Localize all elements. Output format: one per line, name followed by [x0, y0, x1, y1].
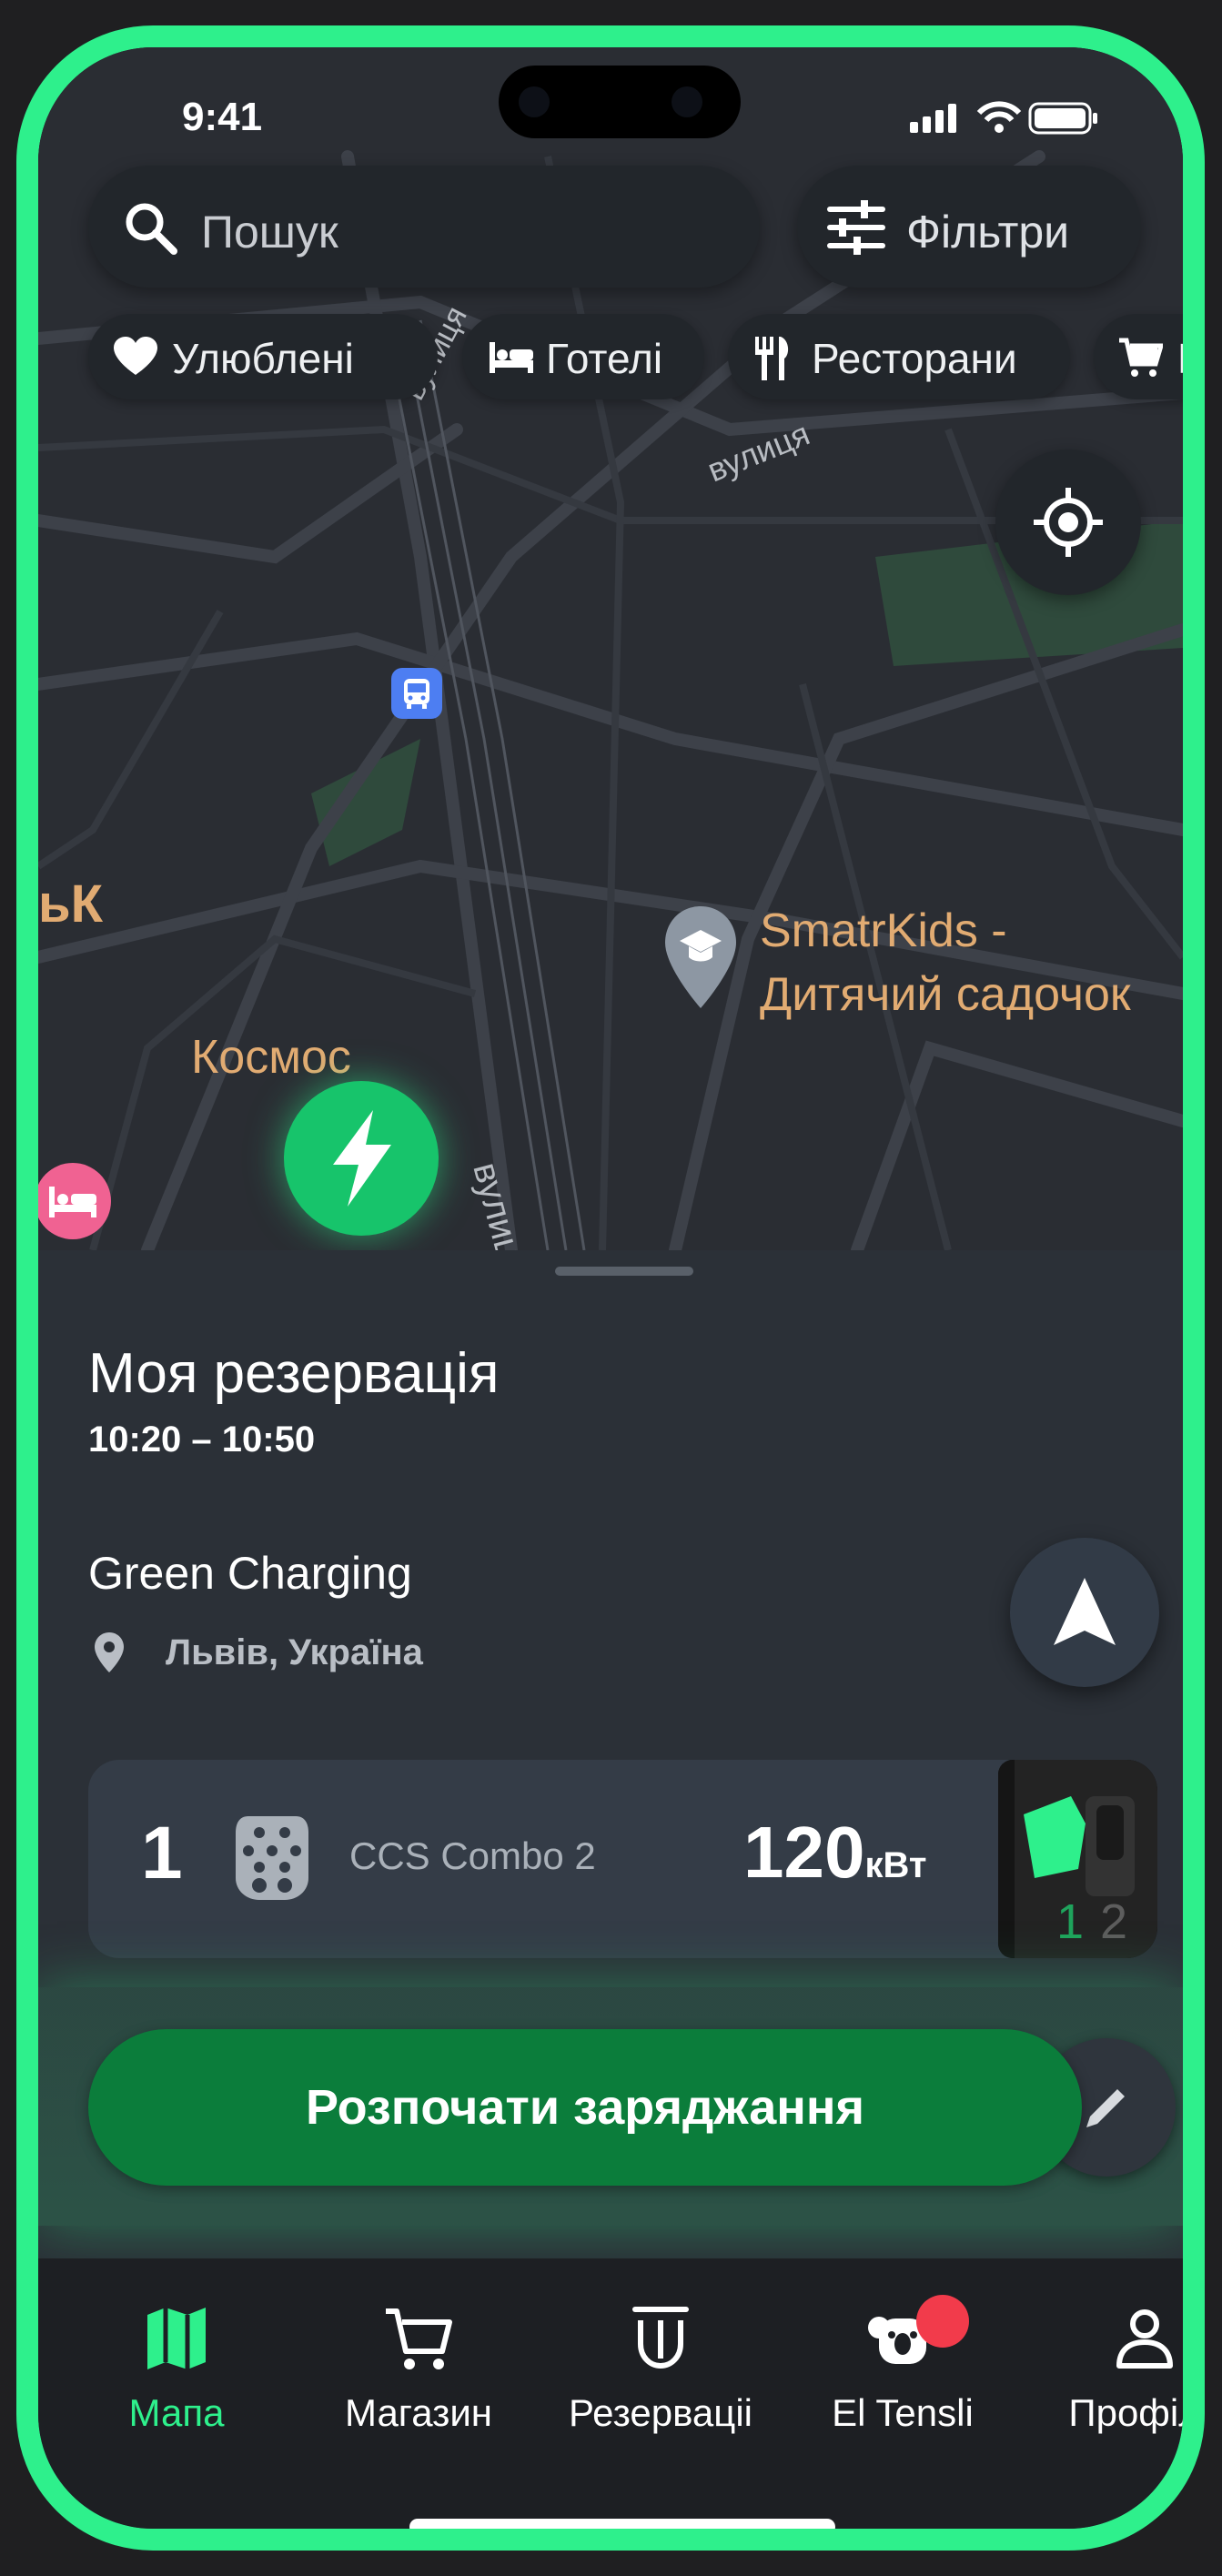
sliders-icon: [827, 200, 885, 255]
notification-badge: [916, 2295, 969, 2348]
tab-shop[interactable]: Магазин: [300, 2302, 537, 2457]
chip-hotels[interactable]: Готелі: [462, 314, 704, 399]
tab-label: Резерваціі: [568, 2391, 753, 2434]
chip-restaurants[interactable]: Ресторани: [728, 314, 1070, 399]
tab-map[interactable]: Мапа: [58, 2302, 295, 2457]
chip-label: Пр: [1177, 335, 1205, 382]
connector-number: 1: [141, 1812, 183, 1894]
power-value: 120: [743, 1812, 865, 1893]
photo-label-2: 2: [1100, 1894, 1127, 1949]
power-unit: кВт: [864, 1845, 927, 1885]
reservation-time: 10:20 – 10:50: [88, 1419, 316, 1460]
profile-icon: [1116, 2309, 1173, 2369]
chip-label: Улюблені: [172, 335, 354, 382]
bus-stop-icon[interactable]: [391, 668, 442, 719]
cart-icon: [1119, 338, 1163, 377]
home-indicator[interactable]: [409, 2519, 835, 2529]
start-charging-button[interactable]: Розпочати заряджання: [88, 2029, 1082, 2186]
status-bar: 9:41: [38, 47, 1183, 157]
connector-power: 120кВт: [743, 1811, 926, 1894]
tab-label: Профіль: [1068, 2391, 1201, 2434]
bed-icon: [490, 342, 533, 373]
filters-button[interactable]: Фільтри: [797, 166, 1141, 288]
heart-icon: [114, 337, 157, 375]
tab-el-tensli[interactable]: El Tensli: [784, 2295, 1021, 2457]
status-icons: [910, 101, 1097, 135]
search-icon: [126, 203, 177, 255]
tab-label: Мапа: [128, 2391, 225, 2434]
reservation-title: Моя резервація: [88, 1342, 500, 1405]
dynamic-island: [499, 66, 741, 138]
filters-label: Фільтри: [906, 207, 1070, 258]
navigation-arrow-icon: [1054, 1578, 1116, 1645]
tab-reservations[interactable]: Резерваціі: [542, 2302, 779, 2457]
location-pin-icon: [95, 1632, 124, 1672]
reservation-icon: [632, 2307, 689, 2369]
ccs-connector-icon: [236, 1816, 308, 1900]
poi-label-partial[interactable]: ьК: [38, 874, 103, 934]
photo-label-1: 1: [1056, 1894, 1084, 1949]
crosshair-icon: [1034, 488, 1103, 557]
chip-label: Ресторани: [812, 335, 1017, 382]
tab-label: Магазин: [344, 2391, 492, 2434]
my-location-button[interactable]: [995, 450, 1141, 595]
cart-icon: [386, 2308, 452, 2369]
navigate-button[interactable]: [1010, 1538, 1159, 1687]
connector-type: CCS Combo 2: [349, 1834, 596, 1877]
phone-frame: вулиця Залізнична вулиця вулиця SmatrKid…: [16, 25, 1205, 2551]
charger-marker[interactable]: [284, 1081, 439, 1236]
station-name: Green Charging: [88, 1548, 412, 1599]
hotel-pin-icon[interactable]: [38, 1163, 111, 1239]
chip-shops[interactable]: Пр: [1094, 314, 1205, 399]
map-icon: [147, 2308, 206, 2369]
connector-card[interactable]: 1 CCS Combo 2 120кВт 1 2: [88, 1760, 1157, 1958]
tab-label: El Tensli: [832, 2391, 974, 2434]
chip-favorites[interactable]: Улюблені: [88, 314, 438, 399]
poi-label-kosmos[interactable]: Космос: [191, 1030, 351, 1085]
fork-knife-icon: [755, 337, 789, 380]
sheet-drag-handle[interactable]: [555, 1267, 693, 1276]
status-time: 9:41: [182, 95, 263, 139]
search-input[interactable]: Пошук: [201, 206, 338, 258]
pencil-icon: [1086, 2089, 1125, 2127]
chip-label: Готелі: [546, 335, 663, 382]
station-location: Львів, Україна: [166, 1632, 423, 1672]
charger-photo: 1 2: [998, 1760, 1157, 1958]
poi-label-school[interactable]: SmatrKids - Дитячий садочок: [760, 899, 1131, 1026]
tab-profile[interactable]: Профіль: [1026, 2302, 1183, 2457]
search-bar[interactable]: Пошук: [88, 166, 760, 288]
